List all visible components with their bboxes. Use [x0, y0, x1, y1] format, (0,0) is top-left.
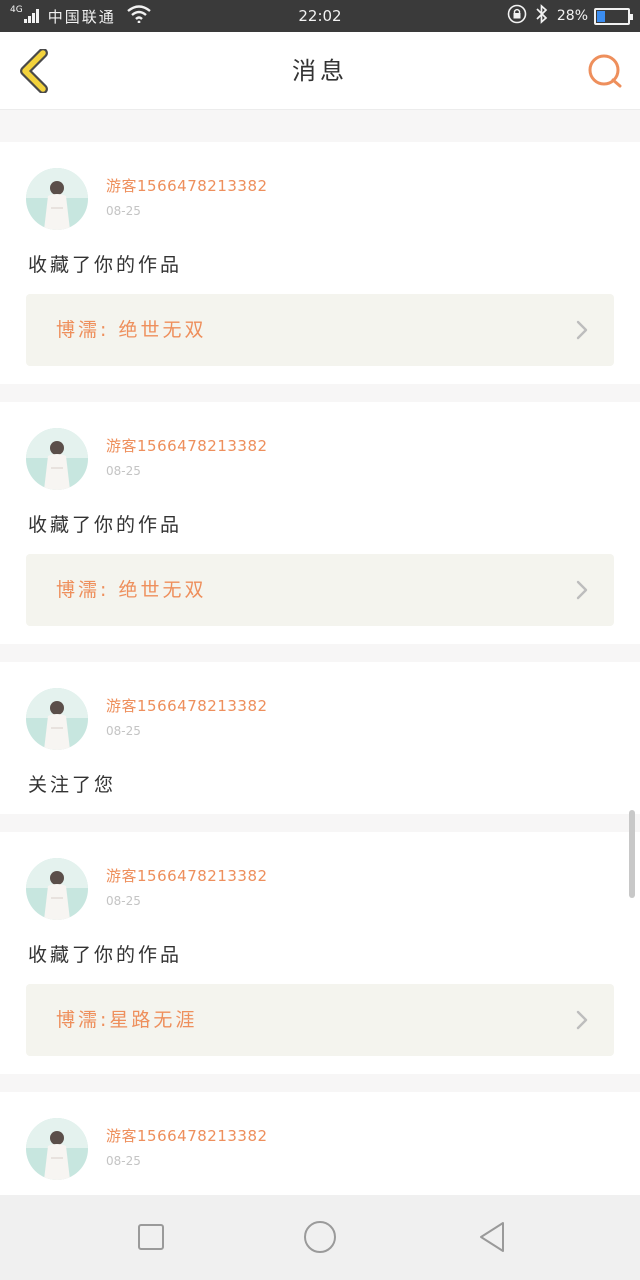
- work-link[interactable]: 博濡: 绝世无双: [26, 554, 614, 626]
- message-card: 游客1566478213382 08-25 收藏了你的作品 博濡:星路无涯: [0, 832, 640, 1074]
- triangle-back-icon: [480, 1222, 504, 1252]
- square-icon: [138, 1224, 164, 1250]
- action-text: 收藏了你的作品: [28, 254, 183, 276]
- chevron-right-icon: [576, 580, 588, 600]
- chevron-left-icon: [20, 49, 48, 93]
- page-title: 消息: [292, 57, 348, 85]
- message-date: 08-25: [106, 204, 141, 218]
- message-date: 08-25: [106, 464, 141, 478]
- message-card: 游客15664782133​82 08-25 收藏了你的作品 博濡: 绝世无双: [0, 142, 640, 384]
- sender-name[interactable]: 游客1566478213382: [106, 695, 268, 716]
- battery-icon: [594, 7, 633, 25]
- sender-name[interactable]: 游客15664782133​82: [106, 175, 268, 196]
- bluetooth-icon: [535, 4, 549, 28]
- chevron-right-icon: [576, 320, 588, 340]
- work-link[interactable]: 博濡: 绝世无双: [26, 294, 614, 366]
- sender-name[interactable]: 游客1566478213382: [106, 865, 268, 886]
- work-title: 博濡:星路无涯: [56, 1009, 198, 1031]
- work-title: 博濡: 绝世无双: [56, 579, 207, 601]
- back-nav-button[interactable]: [472, 1217, 512, 1257]
- search-button[interactable]: [584, 50, 626, 92]
- message-card: 游客1566478213382 08-25 收藏了你的作品 博濡: 绝世无双: [0, 402, 640, 644]
- rotation-lock-icon: [507, 4, 527, 28]
- action-text: 收藏了你的作品: [28, 944, 183, 966]
- sender-name[interactable]: 游客1566478213382: [106, 435, 268, 456]
- avatar[interactable]: [26, 1118, 88, 1180]
- work-link[interactable]: 博濡:星路无涯: [26, 984, 614, 1056]
- avatar[interactable]: [26, 428, 88, 490]
- message-card: 游客1566478213382 08-25: [0, 1092, 640, 1195]
- circle-icon: [304, 1221, 336, 1253]
- status-bar: 4G 中国联通 22:02 28%: [0, 0, 640, 32]
- avatar[interactable]: [26, 168, 88, 230]
- system-nav-bar: [0, 1195, 640, 1280]
- avatar[interactable]: [26, 688, 88, 750]
- home-button[interactable]: [300, 1217, 340, 1257]
- chevron-right-icon: [576, 1010, 588, 1030]
- message-list[interactable]: 游客15664782133​82 08-25 收藏了你的作品 博濡: 绝世无双 …: [0, 110, 640, 1195]
- action-text: 关注了您: [28, 774, 117, 796]
- avatar[interactable]: [26, 858, 88, 920]
- message-date: 08-25: [106, 724, 141, 738]
- message-date: 08-25: [106, 1154, 141, 1168]
- app-header: 消息: [0, 32, 640, 110]
- battery-percentage: 28%: [556, 8, 588, 24]
- message-date: 08-25: [106, 894, 141, 908]
- search-icon: [588, 54, 622, 88]
- back-button[interactable]: [14, 48, 54, 94]
- scrollbar[interactable]: [629, 810, 635, 898]
- recent-apps-button[interactable]: [131, 1217, 171, 1257]
- sender-name[interactable]: 游客1566478213382: [106, 1125, 268, 1146]
- action-text: 收藏了你的作品: [28, 514, 183, 536]
- work-title: 博濡: 绝世无双: [56, 319, 207, 341]
- message-card: 游客1566478213382 08-25 关注了您: [0, 662, 640, 814]
